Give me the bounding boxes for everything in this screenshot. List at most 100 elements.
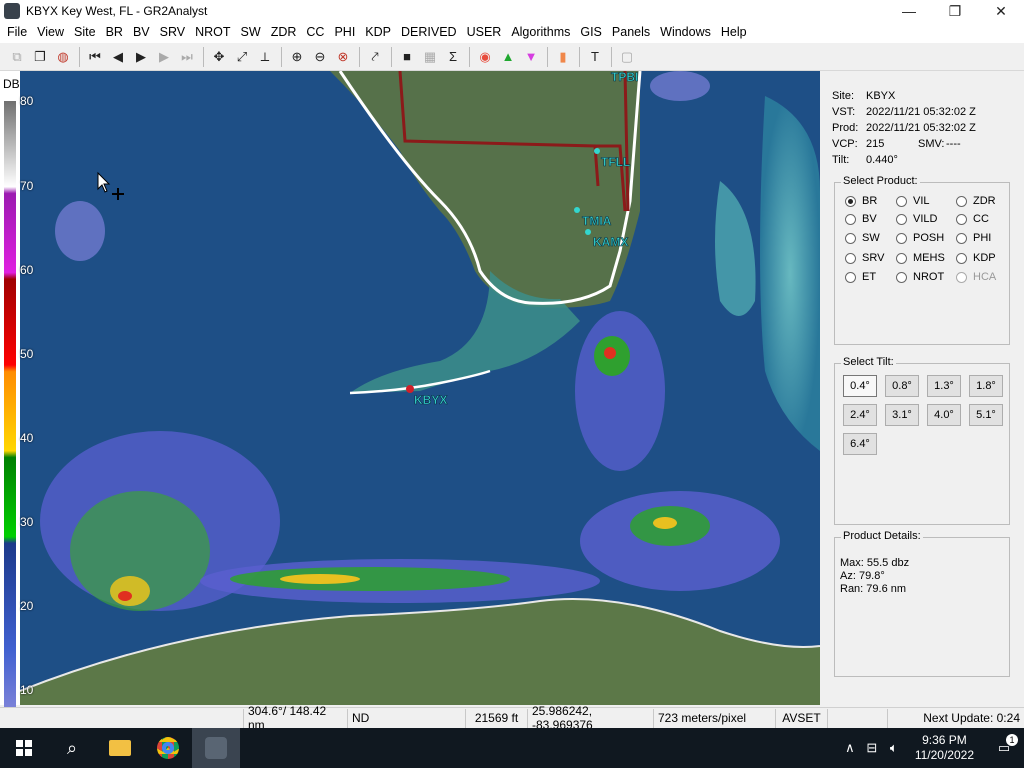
product-radio-sw[interactable]: SW	[845, 232, 880, 244]
kbyx-marker[interactable]	[406, 385, 414, 393]
menu-view[interactable]: View	[32, 22, 69, 43]
tilt-button-6-4[interactable]: 6.4°	[843, 433, 877, 455]
notifications-icon[interactable]: ▭ 1	[984, 734, 1024, 756]
menu-br[interactable]: BR	[101, 22, 128, 43]
zoom-out-icon[interactable]: ⊖	[309, 46, 331, 68]
radar-map-canvas[interactable]: TPBI TFLL TMIA KAMX KBYX	[20, 71, 820, 705]
sum-icon[interactable]: Σ	[442, 46, 464, 68]
menu-site[interactable]: Site	[69, 22, 101, 43]
menu-zdr[interactable]: ZDR	[266, 22, 302, 43]
blank-icon[interactable]: ▢	[616, 46, 638, 68]
prev-frame-icon[interactable]: ◀	[107, 46, 129, 68]
tfll-marker[interactable]	[594, 148, 600, 154]
text-icon[interactable]: T	[584, 46, 606, 68]
select-tilt-title: Select Tilt:	[841, 356, 896, 368]
measure-tool-icon[interactable]: ⤢	[231, 46, 253, 68]
radio-dot	[956, 252, 967, 264]
menu-derived[interactable]: DERIVED	[396, 22, 462, 43]
file-explorer-icon[interactable]	[96, 728, 144, 768]
vst-value: 2022/11/21 05:32:02 Z	[866, 106, 976, 118]
mesocyclone-icon[interactable]: ▼	[520, 46, 542, 68]
menu-srv[interactable]: SRV	[155, 22, 190, 43]
menu-bv[interactable]: BV	[128, 22, 155, 43]
product-radio-vil[interactable]: VIL	[896, 195, 930, 207]
menu-kdp[interactable]: KDP	[360, 22, 396, 43]
product-radio-br[interactable]: BR	[845, 195, 877, 207]
play-icon[interactable]: ▶	[130, 46, 152, 68]
radio-dot	[896, 232, 907, 244]
copy-disabled-icon[interactable]: ⧉	[6, 46, 28, 68]
tilt-button-0-4[interactable]: 0.4°	[843, 375, 877, 397]
storm-icon[interactable]: ◉	[474, 46, 496, 68]
storm-track-icon[interactable]: ■	[396, 46, 418, 68]
product-label: BV	[862, 213, 877, 225]
probe-icon[interactable]: ⤤	[364, 46, 386, 68]
tilt-button-1-8[interactable]: 1.8°	[969, 375, 1003, 397]
tilt-button-0-8[interactable]: 0.8°	[885, 375, 919, 397]
zoom-in-icon[interactable]: ⊕	[286, 46, 308, 68]
menu-user[interactable]: USER	[462, 22, 507, 43]
menu-windows[interactable]: Windows	[655, 22, 716, 43]
copy-icon[interactable]: ❐	[29, 46, 51, 68]
zoom-reset-icon[interactable]: ⊗	[332, 46, 354, 68]
chevron-up-icon[interactable]: ∧	[839, 740, 861, 756]
product-radio-vild[interactable]: VILD	[896, 213, 937, 225]
notifications-count: 1	[1006, 734, 1018, 746]
grid-icon[interactable]: ▦	[419, 46, 441, 68]
menu-panels[interactable]: Panels	[607, 22, 655, 43]
menu-nrot[interactable]: NROT	[190, 22, 235, 43]
clock[interactable]: 9:36 PM 11/20/2022	[915, 733, 974, 763]
product-label: NROT	[913, 271, 945, 283]
tilt-button-4-0[interactable]: 4.0°	[927, 404, 961, 426]
side-panel: Site: KBYX VST: 2022/11/21 05:32:02 Z Prod…	[826, 71, 1024, 705]
last-frame-icon[interactable]: ⏭	[176, 46, 198, 68]
map-label-kbyx: KBYX	[414, 393, 447, 407]
cross-section-icon[interactable]: ⟂	[254, 46, 276, 68]
next-frame-icon[interactable]: ▶	[153, 46, 175, 68]
tilt-button-1-3[interactable]: 1.3°	[927, 375, 961, 397]
tmia-marker[interactable]	[574, 207, 580, 213]
warning-triangle-icon[interactable]: ▲	[497, 46, 519, 68]
product-radio-cc[interactable]: CC	[956, 213, 989, 225]
product-radio-zdr[interactable]: ZDR	[956, 195, 996, 207]
minimize-button[interactable]: —	[886, 0, 932, 22]
product-label: ET	[862, 271, 877, 283]
map-label-tpbi: TPBI	[611, 71, 638, 84]
toolbar-separator	[579, 46, 580, 67]
gr2analyst-taskbar-icon[interactable]	[192, 728, 240, 768]
volume-icon[interactable]: 🔈︎	[883, 740, 905, 756]
first-frame-icon[interactable]: ⏮	[84, 46, 106, 68]
menu-file[interactable]: File	[2, 22, 32, 43]
product-radio-mehs[interactable]: MEHS	[896, 252, 945, 264]
site-info: Site: KBYX VST: 2022/11/21 05:32:02 Z Prod…	[832, 88, 976, 168]
menu-cc[interactable]: CC	[301, 22, 329, 43]
menu-phi[interactable]: PHI	[329, 22, 360, 43]
product-radio-kdp[interactable]: KDP	[956, 252, 996, 264]
radio-dot	[896, 271, 907, 283]
product-label: KDP	[973, 252, 996, 264]
network-icon[interactable]: ⊟	[861, 740, 883, 756]
radar-map[interactable]: TPBI TFLL TMIA KAMX KBYX	[20, 71, 820, 705]
product-radio-nrot[interactable]: NROT	[896, 271, 944, 283]
menu-algorithms[interactable]: Algorithms	[506, 22, 575, 43]
kamx-marker[interactable]	[585, 229, 591, 235]
menu-gis[interactable]: GIS	[575, 22, 607, 43]
close-button[interactable]: ✕	[978, 0, 1024, 22]
pan-tool-icon[interactable]: ✥	[208, 46, 230, 68]
maximize-button[interactable]: ❐	[932, 0, 978, 22]
color-table-icon[interactable]: ◍	[52, 46, 74, 68]
tilt-button-5-1[interactable]: 5.1°	[969, 404, 1003, 426]
product-radio-srv[interactable]: SRV	[845, 252, 884, 264]
product-radio-bv[interactable]: BV	[845, 213, 877, 225]
chrome-icon[interactable]	[144, 728, 192, 768]
product-radio-et[interactable]: ET	[845, 271, 876, 283]
search-icon[interactable]: ⌕	[48, 728, 96, 768]
product-radio-phi[interactable]: PHI	[956, 232, 991, 244]
placefile-icon[interactable]: ▮	[552, 46, 574, 68]
start-button[interactable]	[0, 728, 48, 768]
menu-help[interactable]: Help	[716, 22, 752, 43]
tilt-button-3-1[interactable]: 3.1°	[885, 404, 919, 426]
product-radio-posh[interactable]: POSH	[896, 232, 944, 244]
tilt-button-2-4[interactable]: 2.4°	[843, 404, 877, 426]
menu-sw[interactable]: SW	[236, 22, 266, 43]
